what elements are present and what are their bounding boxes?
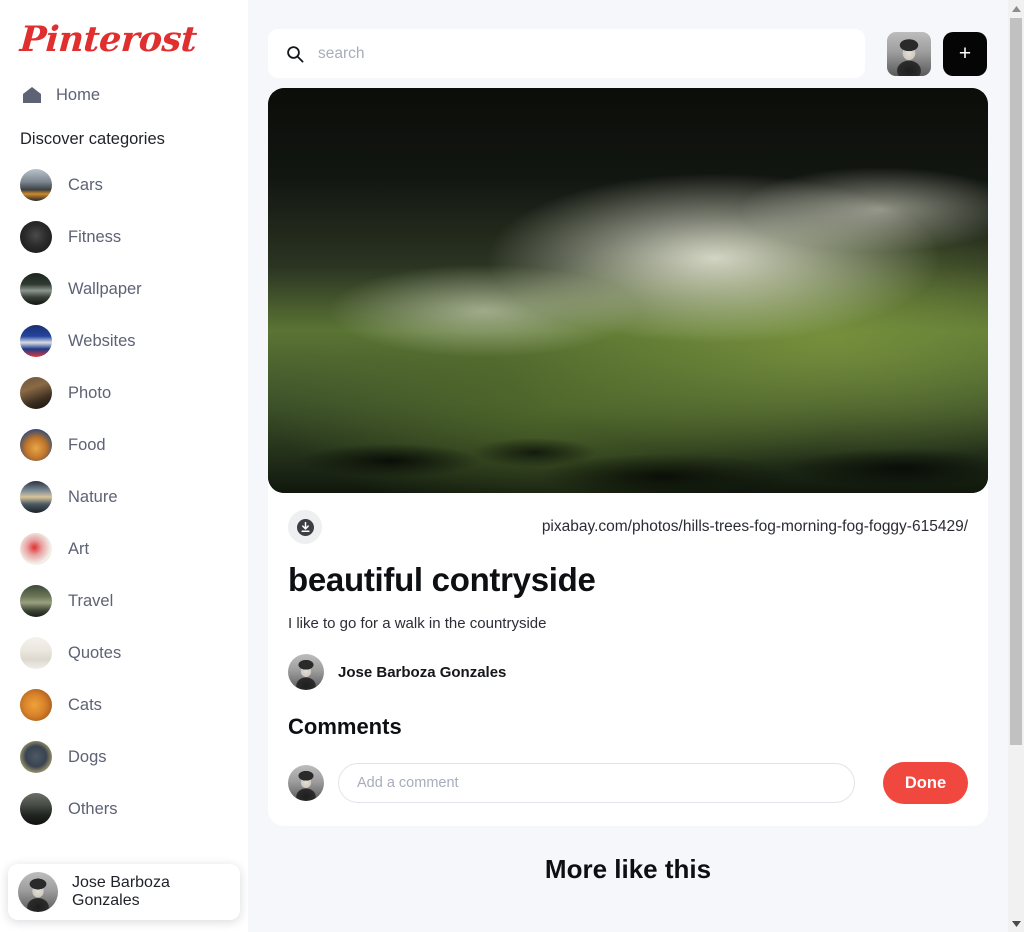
category-label: Cats [68,695,102,714]
sidebar-item-food[interactable]: Food [0,419,248,471]
sidebar-user-card[interactable]: Jose Barboza Gonzales [8,864,240,920]
pin-description: I like to go for a walk in the countrysi… [288,615,547,632]
home-icon [22,86,42,104]
category-label: Photo [68,383,112,402]
vertical-scrollbar[interactable] [1008,0,1024,932]
sidebar-item-quotes[interactable]: Quotes [0,627,248,679]
sidebar-item-home-label: Home [56,85,101,104]
comment-input[interactable] [338,763,855,803]
sidebar-item-photo[interactable]: Photo [0,367,248,419]
comment-submit-button[interactable]: Done [883,762,968,804]
main-content: + pixabay.com/photos/hills-trees-fog-mor… [248,0,1024,932]
pin-source-url[interactable]: pixabay.com/photos/hills-trees-fog-morni… [542,518,968,536]
app-logo-text: Pinterost [18,19,199,60]
category-label: Quotes [68,643,122,662]
category-thumb-icon [20,221,52,253]
comment-composer: Done [288,762,968,804]
pin-author[interactable]: Jose Barboza Gonzales [288,654,968,690]
sidebar-item-fitness[interactable]: Fitness [0,211,248,263]
category-thumb-icon [20,481,52,513]
search-icon [286,45,304,63]
more-like-this-heading: More like this [544,854,712,884]
avatar [288,654,324,690]
avatar [288,765,324,801]
scrollbar-down-button[interactable] [1008,915,1024,932]
category-thumb-icon [20,741,52,773]
scrollbar-thumb[interactable] [1010,18,1022,745]
app-logo[interactable]: Pinterost [0,0,248,78]
category-thumb-icon [20,273,52,305]
pin-title: beautiful contryside [288,561,596,598]
sidebar-item-travel[interactable]: Travel [0,575,248,627]
category-thumb-icon [20,637,52,669]
sidebar-item-art[interactable]: Art [0,523,248,575]
pin-image-content [268,88,988,493]
pin-image[interactable] [268,88,988,493]
category-thumb-icon [20,429,52,461]
category-label: Websites [68,331,136,350]
sidebar-item-cars[interactable]: Cars [0,159,248,211]
category-list: Cars Fitness Wallpaper Websites Photo Fo… [0,159,248,835]
category-label: Fitness [68,227,122,246]
avatar [18,872,58,912]
category-label: Cars [68,175,103,194]
scrollbar-up-button[interactable] [1008,0,1024,17]
category-label: Food [68,435,106,454]
sidebar-item-home[interactable]: Home [0,78,248,112]
category-thumb-icon [20,585,52,617]
pin-meta-row: pixabay.com/photos/hills-trees-fog-morni… [288,507,968,547]
top-bar: + [248,0,1008,88]
download-button[interactable] [288,510,322,544]
sidebar-item-others[interactable]: Others [0,783,248,835]
category-thumb-icon [20,793,52,825]
sidebar-user-name: Jose Barboza Gonzales [72,874,170,909]
sidebar: Pinterost Home Discover categories Cars … [0,0,248,932]
category-label: Dogs [68,747,107,766]
category-label: Travel [68,591,114,610]
create-pin-button[interactable]: + [943,31,987,76]
chevron-down-icon [1011,920,1021,927]
category-thumb-icon [20,533,52,565]
pin-detail-card: pixabay.com/photos/hills-trees-fog-morni… [268,88,988,826]
category-label: Wallpaper [68,279,142,298]
category-label: Others [68,799,118,818]
sidebar-item-nature[interactable]: Nature [0,471,248,523]
category-thumb-icon [20,169,52,201]
pin-author-name: Jose Barboza Gonzales [338,663,507,681]
sidebar-item-websites[interactable]: Websites [0,315,248,367]
category-thumb-icon [20,325,52,357]
category-label: Nature [68,487,118,506]
discover-categories-heading: Discover categories [20,130,165,148]
pin-body: pixabay.com/photos/hills-trees-fog-morni… [268,493,988,826]
download-icon [296,518,314,536]
category-label: Art [68,539,90,558]
app-root: Pinterost Home Discover categories Cars … [0,0,1024,932]
search-box[interactable] [268,29,865,78]
user-avatar-button[interactable] [887,31,931,76]
search-input[interactable] [318,38,838,69]
sidebar-item-dogs[interactable]: Dogs [0,731,248,783]
category-thumb-icon [20,377,52,409]
chevron-up-icon [1011,5,1021,12]
sidebar-item-wallpaper[interactable]: Wallpaper [0,263,248,315]
sidebar-item-cats[interactable]: Cats [0,679,248,731]
comments-heading: Comments [288,714,402,739]
category-thumb-icon [20,689,52,721]
